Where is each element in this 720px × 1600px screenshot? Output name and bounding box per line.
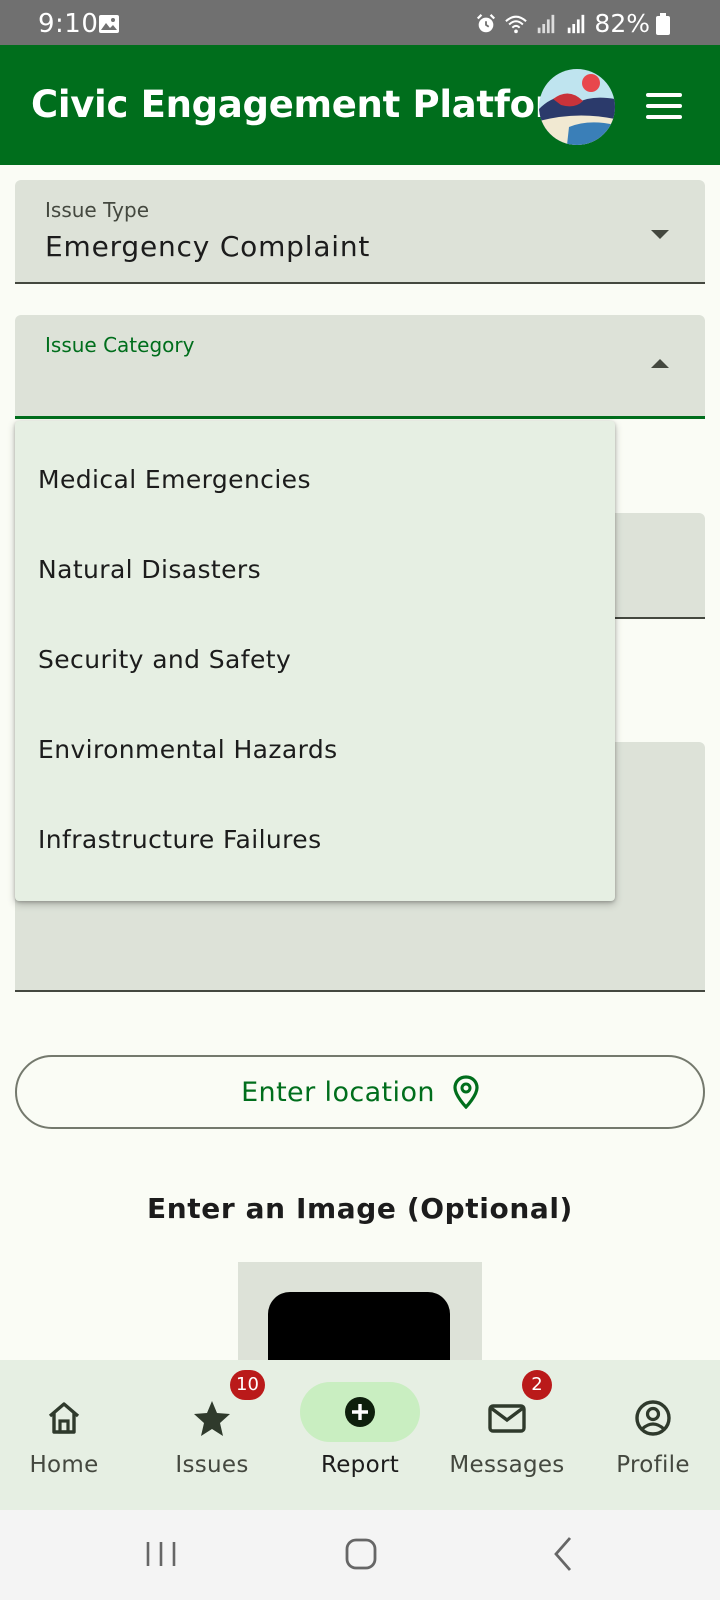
home-button-icon[interactable]	[336, 1532, 386, 1576]
dropdown-arrow-up-icon	[651, 359, 669, 368]
gallery-icon	[99, 15, 119, 33]
issue-type-value: Emergency Complaint	[45, 230, 371, 263]
issue-category-menu: Medical Emergencies Natural Disasters Se…	[15, 421, 615, 901]
battery-icon	[656, 12, 670, 35]
signal-icon	[538, 14, 555, 33]
status-bar: 9:10 82%	[0, 0, 720, 45]
nav-label-home: Home	[29, 1452, 99, 1478]
image-section-heading: Enter an Image (Optional)	[147, 1192, 573, 1225]
issues-badge: 10	[230, 1370, 265, 1400]
image-placeholder-icon	[268, 1292, 450, 1360]
app-title: Civic Engagement Platform	[31, 83, 591, 126]
nav-label-issues: Issues	[175, 1452, 249, 1478]
dropdown-arrow-down-icon	[651, 230, 669, 239]
back-icon[interactable]	[538, 1532, 588, 1576]
nav-label-profile: Profile	[616, 1452, 690, 1478]
app-bar: Civic Engagement Platform	[0, 45, 720, 165]
nav-label-messages: Messages	[449, 1452, 565, 1478]
nav-item-issues[interactable]: 10 Issues	[142, 1360, 282, 1510]
home-icon	[48, 1402, 80, 1434]
mail-icon	[488, 1404, 526, 1433]
nav-label-report: Report	[320, 1452, 400, 1478]
issue-category-label: Issue Category	[45, 333, 195, 357]
nav-item-messages[interactable]: 2 Messages	[437, 1360, 577, 1510]
menu-item-infrastructure-failures[interactable]: Infrastructure Failures	[15, 795, 615, 885]
wifi-icon	[505, 15, 528, 33]
location-pin-icon	[453, 1075, 479, 1109]
menu-item-security-and-safety[interactable]: Security and Safety	[15, 615, 615, 705]
enter-location-label: Enter location	[241, 1076, 435, 1108]
status-time: 9:10	[38, 9, 99, 39]
recent-apps-icon[interactable]	[136, 1532, 186, 1576]
menu-item-natural-disasters[interactable]: Natural Disasters	[15, 525, 615, 615]
nav-item-report[interactable]: Report	[290, 1360, 430, 1510]
system-navigation-bar	[0, 1510, 720, 1600]
enter-location-button[interactable]: Enter location	[15, 1055, 705, 1129]
nav-item-home[interactable]: Home	[0, 1360, 134, 1510]
image-picker[interactable]	[238, 1262, 482, 1360]
avatar[interactable]	[539, 69, 615, 145]
nav-item-profile[interactable]: Profile	[583, 1360, 720, 1510]
messages-badge: 2	[522, 1370, 552, 1400]
star-icon	[194, 1401, 230, 1436]
add-circle-icon	[345, 1397, 375, 1427]
hamburger-menu-icon[interactable]	[646, 91, 686, 121]
issue-type-dropdown[interactable]: Issue Type Emergency Complaint	[15, 180, 705, 284]
avatar-image	[539, 69, 615, 145]
issue-category-dropdown[interactable]: Issue Category	[15, 315, 705, 419]
alarm-icon	[477, 13, 496, 32]
status-icons: 82%	[474, 9, 670, 38]
account-circle-icon	[635, 1400, 671, 1436]
menu-item-medical-emergencies[interactable]: Medical Emergencies	[15, 435, 615, 525]
bottom-navigation: Home 10 Issues Report 2 Messages Profile	[0, 1360, 720, 1510]
signal-icon	[568, 14, 585, 33]
battery-percent: 82%	[594, 9, 650, 38]
menu-item-environmental-hazards[interactable]: Environmental Hazards	[15, 705, 615, 795]
issue-type-label: Issue Type	[45, 198, 150, 222]
